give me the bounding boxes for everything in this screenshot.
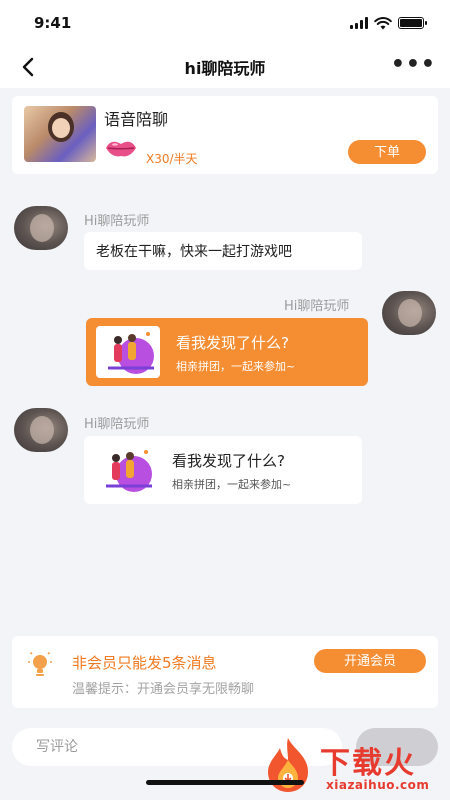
back-arrow-icon[interactable] [16, 54, 42, 80]
order-button[interactable]: 下单 [348, 140, 426, 164]
member-banner: 非会员只能发5条消息 温馨提示：开通会员享无限畅聊 开通会员 [12, 636, 438, 708]
avatar[interactable] [14, 408, 68, 452]
status-icons [350, 16, 427, 30]
card-thumbnail [96, 326, 160, 378]
card-title: 看我发现了什么? [176, 334, 289, 352]
status-bar: 9:41 [0, 0, 450, 46]
status-time: 9:41 [34, 14, 72, 32]
message-bubble: 老板在干嘛，快来一起打游戏吧 [84, 232, 362, 270]
card-subtitle: 相亲拼团，一起来参加~ [172, 478, 292, 491]
page-title: hi聊陪玩师 [184, 59, 266, 78]
wifi-icon [374, 16, 392, 29]
nav-bar: hi聊陪玩师 ••• [0, 46, 450, 88]
member-hint: 温馨提示：开通会员享无限畅聊 [72, 682, 255, 697]
couple-illustration [108, 332, 154, 374]
watermark: 下载火 xiazaihuo.com [262, 736, 448, 798]
home-indicator [146, 780, 304, 785]
member-limit-title: 非会员只能发5条消息 [72, 654, 217, 672]
sender-name: Hi聊陪玩师 [84, 214, 150, 229]
watermark-domain: xiazaihuo.com [326, 778, 430, 792]
avatar[interactable] [382, 291, 436, 335]
companion-photo [24, 106, 96, 162]
service-price: X30/半天 [146, 152, 198, 166]
watermark-brand: 下载火 [320, 746, 416, 781]
sender-name: Hi聊陪玩师 [284, 299, 350, 314]
open-membership-button[interactable]: 开通会员 [314, 649, 426, 673]
lips-icon [106, 141, 136, 157]
avatar[interactable] [14, 206, 68, 250]
signal-icon [350, 17, 368, 29]
couple-illustration [106, 450, 152, 492]
service-card: 语音陪聊 X30/半天 下单 [12, 96, 438, 174]
share-card[interactable]: 看我发现了什么? 相亲拼团，一起来参加~ [86, 318, 368, 386]
lightbulb-icon [28, 651, 52, 676]
sender-name: Hi聊陪玩师 [84, 417, 150, 432]
card-thumbnail [94, 444, 158, 496]
service-name: 语音陪聊 [104, 110, 169, 129]
card-subtitle: 相亲拼团，一起来参加~ [176, 360, 296, 373]
battery-icon [398, 17, 427, 29]
card-title: 看我发现了什么? [172, 452, 285, 470]
flame-logo-icon [268, 738, 308, 792]
more-icon[interactable]: ••• [391, 54, 436, 76]
share-card[interactable]: 看我发现了什么? 相亲拼团，一起来参加~ [84, 436, 362, 504]
